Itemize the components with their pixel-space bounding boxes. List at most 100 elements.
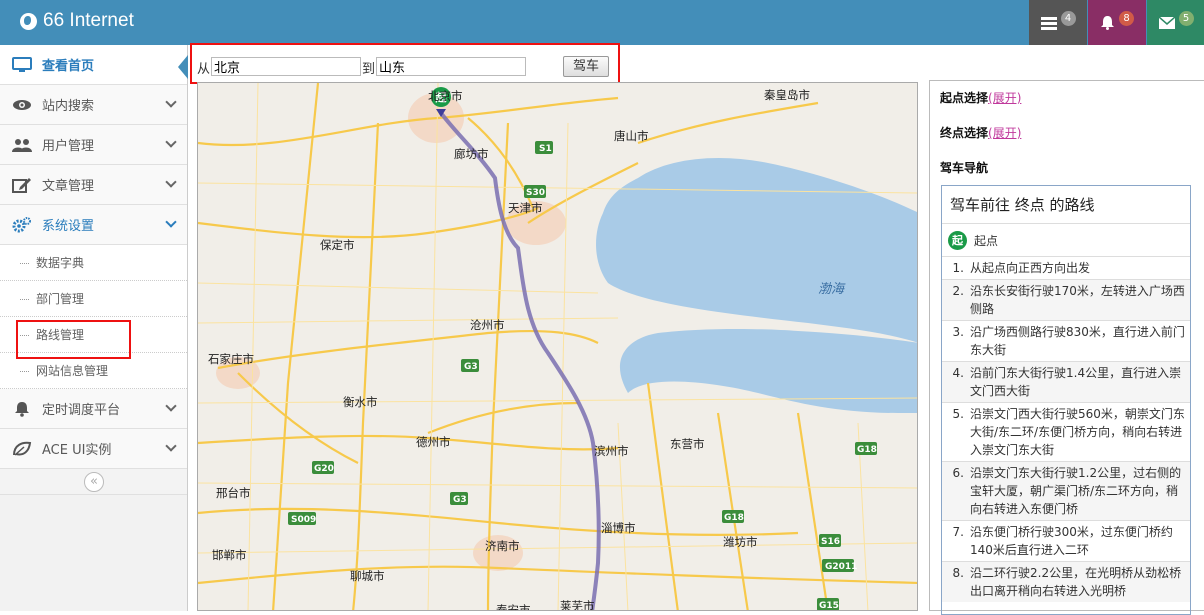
notifications-button[interactable]: 8 bbox=[1088, 0, 1146, 45]
step-number: 7. bbox=[952, 525, 964, 539]
sidebar-item-scheduler[interactable]: 定时调度平台 bbox=[0, 389, 187, 429]
leaf-icon bbox=[12, 441, 32, 457]
sidebar-subitem-label: 网站信息管理 bbox=[36, 364, 109, 378]
sidebar-subitem-label: 部门管理 bbox=[36, 292, 85, 306]
bell-icon bbox=[12, 401, 32, 417]
city-label: 衡水市 bbox=[343, 395, 378, 409]
step-number: 2. bbox=[952, 284, 964, 298]
chevron-down-icon bbox=[165, 176, 177, 188]
sidebar-item-search[interactable]: 站内搜索 bbox=[0, 85, 187, 125]
route-form-highlight bbox=[190, 43, 620, 84]
road-shield: G3 bbox=[464, 362, 478, 372]
step-number: 1. bbox=[952, 261, 964, 275]
step-text: 沿东便门桥行驶300米，过东便门桥约140米后直行进入二环 bbox=[970, 525, 1173, 557]
top-navbar: 66 Internet 4 8 5 bbox=[0, 0, 1204, 45]
sea-area bbox=[596, 158, 917, 343]
sidebar-subitem-dictionary[interactable]: 数据字典 bbox=[0, 245, 187, 281]
sidebar-collapse-bar: « bbox=[0, 469, 187, 495]
route-step[interactable]: 4. 沿前门东大街行驶1.4公里，直行进入崇文门西大街 bbox=[942, 361, 1190, 402]
monitor-icon bbox=[12, 56, 32, 73]
route-step[interactable]: 1. 从起点向正西方向出发 bbox=[942, 256, 1190, 279]
route-step[interactable]: 6. 沿崇文门东大街行驶1.2公里，过右侧的宝轩大厦，朝广渠门桥/东二环方向，稍向… bbox=[942, 461, 1190, 520]
messages-badge: 5 bbox=[1178, 11, 1194, 26]
route-start-row[interactable]: 起 起点 bbox=[942, 224, 1190, 256]
route-title: 驾车前往 终点 的路线 bbox=[942, 186, 1190, 224]
sidebar-item-home[interactable]: 查看首页 bbox=[0, 45, 187, 85]
city-label: 莱芜市 bbox=[560, 599, 595, 611]
tasks-button[interactable]: 4 bbox=[1029, 0, 1087, 45]
notifications-badge: 8 bbox=[1119, 11, 1134, 26]
sidebar-item-users[interactable]: 用户管理 bbox=[0, 125, 187, 165]
city-label: 泰安市 bbox=[496, 603, 531, 611]
road-shield: G20 bbox=[314, 464, 334, 474]
city-label: 沧州市 bbox=[470, 318, 505, 332]
end-expand-link[interactable]: (展开) bbox=[988, 126, 1021, 140]
city-label: 保定市 bbox=[320, 238, 355, 252]
road-shield: G15 bbox=[819, 601, 839, 611]
start-select-label: 起点选择 bbox=[940, 91, 989, 105]
active-indicator bbox=[178, 55, 188, 79]
brand[interactable]: 66 Internet bbox=[20, 10, 134, 32]
city-label: 潍坊市 bbox=[723, 535, 758, 549]
chevron-down-icon bbox=[165, 400, 177, 412]
end-select-label: 终点选择 bbox=[940, 126, 989, 140]
road-shield: G18 bbox=[724, 513, 744, 523]
start-expand-link[interactable]: (展开) bbox=[988, 91, 1021, 105]
edit-icon bbox=[12, 177, 32, 193]
sidebar-item-label: 定时调度平台 bbox=[42, 403, 121, 418]
sidebar-item-settings[interactable]: 系统设置 bbox=[0, 205, 187, 245]
city-label: 淄博市 bbox=[601, 521, 636, 535]
globe-icon bbox=[20, 12, 37, 30]
step-number: 4. bbox=[952, 366, 964, 380]
sidebar-item-label: 文章管理 bbox=[42, 179, 95, 194]
city-label: 济南市 bbox=[485, 539, 520, 553]
step-number: 6. bbox=[952, 466, 964, 480]
city-label: 邯郸市 bbox=[212, 548, 247, 562]
route-step[interactable]: 2. 沿东长安街行驶170米，左转进入广场西侧路 bbox=[942, 279, 1190, 320]
city-label: 石家庄市 bbox=[208, 352, 254, 366]
collapse-sidebar-button[interactable]: « bbox=[84, 472, 104, 492]
road-shield: G18 bbox=[857, 445, 877, 455]
step-number: 8. bbox=[952, 566, 964, 580]
start-select-row: 起点选择(展开) bbox=[940, 89, 1021, 106]
chevron-down-icon bbox=[165, 136, 177, 148]
chevron-down-icon bbox=[165, 216, 177, 228]
sidebar-item-label: ACE UI实例 bbox=[42, 443, 112, 458]
messages-button[interactable]: 5 bbox=[1147, 0, 1204, 45]
city-label: 廊坊市 bbox=[454, 147, 489, 161]
step-text: 沿崇文门西大街行驶560米，朝崇文门东大街/东二环/东便门桥方向，稍向右转进入崇… bbox=[970, 407, 1185, 457]
step-text: 沿东长安街行驶170米，左转进入广场西侧路 bbox=[970, 284, 1185, 316]
step-text: 沿二环行驶2.2公里，在光明桥从劲松桥出口离开稍向右转进入光明桥 bbox=[970, 566, 1182, 598]
envelope-icon bbox=[1158, 16, 1175, 29]
city-label: 天津市 bbox=[508, 201, 543, 215]
sidebar-item-label: 系统设置 bbox=[42, 219, 95, 234]
route-step[interactable]: 8. 沿二环行驶2.2公里，在光明桥从劲松桥出口离开稍向右转进入光明桥 bbox=[942, 561, 1190, 602]
sidebar-item-ace-ui[interactable]: ACE UI实例 bbox=[0, 429, 187, 469]
step-number: 5. bbox=[952, 407, 964, 421]
map-view[interactable]: 起 渤海 北京市 秦皇岛市 唐山市 廊坊市 天津市 保定市 沧州市 石家庄市 衡… bbox=[197, 82, 918, 611]
city-label: 秦皇岛市 bbox=[764, 88, 810, 102]
city-label: 德州市 bbox=[416, 435, 451, 449]
users-icon bbox=[12, 137, 32, 153]
city-label: 邢台市 bbox=[216, 486, 251, 500]
route-step[interactable]: 7. 沿东便门桥行驶300米，过东便门桥约140米后直行进入二环 bbox=[942, 520, 1190, 561]
sidebar-subitem-departments[interactable]: 部门管理 bbox=[0, 281, 187, 317]
sidebar-subitem-label: 数据字典 bbox=[36, 256, 85, 270]
nav-heading: 驾车导航 bbox=[940, 161, 989, 175]
road-shield: S009 bbox=[291, 515, 316, 525]
sidebar-item-label: 用户管理 bbox=[42, 139, 95, 154]
route-step[interactable]: 5. 沿崇文门西大街行驶560米，朝崇文门东大街/东二环/东便门桥方向，稍向右转进… bbox=[942, 402, 1190, 461]
sidebar-item-label: 站内搜索 bbox=[42, 99, 95, 114]
step-number: 3. bbox=[952, 325, 964, 339]
gears-icon bbox=[12, 216, 32, 233]
route-steps: 1. 从起点向正西方向出发 2. 沿东长安街行驶170米，左转进入广场西侧路 3. 沿… bbox=[942, 256, 1190, 602]
map-canvas[interactable]: 起 渤海 北京市 秦皇岛市 唐山市 廊坊市 天津市 保定市 沧州市 石家庄市 衡… bbox=[198, 83, 918, 611]
tasks-badge: 4 bbox=[1060, 11, 1076, 26]
sea-label: 渤海 bbox=[818, 282, 846, 297]
city-label: 滨州市 bbox=[594, 444, 629, 458]
road-shield: G2011 bbox=[825, 562, 857, 572]
route-step[interactable]: 3. 沿广场西侧路行驶830米，直行进入前门东大街 bbox=[942, 320, 1190, 361]
chevron-down-icon bbox=[165, 440, 177, 452]
eye-icon bbox=[12, 97, 32, 113]
sidebar-item-articles[interactable]: 文章管理 bbox=[0, 165, 187, 205]
